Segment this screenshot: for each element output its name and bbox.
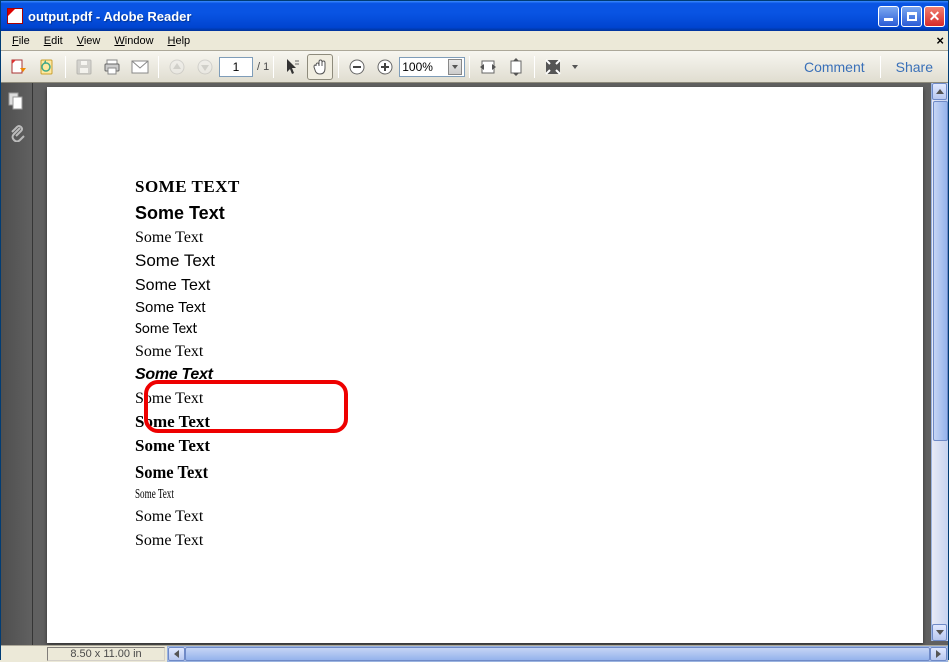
share-button[interactable]: Share: [885, 54, 944, 80]
print-icon[interactable]: [99, 54, 125, 80]
app-icon: [7, 8, 23, 24]
menu-edit[interactable]: Edit: [37, 33, 70, 49]
menu-close-icon[interactable]: ×: [936, 33, 944, 48]
minimize-button[interactable]: [878, 6, 899, 27]
scroll-down-button[interactable]: [932, 624, 947, 641]
text-line: Some Text: [135, 434, 240, 459]
document-viewport[interactable]: SOME TEXTSome TextSome TextSome TextSome…: [33, 83, 948, 645]
content-area: SOME TEXTSome TextSome TextSome TextSome…: [1, 83, 948, 645]
horizontal-scrollbar[interactable]: [167, 646, 948, 662]
attachments-icon[interactable]: [5, 121, 29, 145]
close-button[interactable]: ✕: [924, 6, 945, 27]
text-line: Some Text: [135, 387, 240, 410]
scroll-thumb-h[interactable]: [185, 647, 930, 661]
text-line: Some Text: [135, 226, 240, 249]
create-pdf-icon[interactable]: [34, 54, 60, 80]
text-line: Some Text: [135, 410, 240, 435]
read-mode-icon[interactable]: [540, 54, 566, 80]
text-line: Some Text: [135, 363, 240, 386]
zoom-dropdown-icon[interactable]: [448, 59, 462, 75]
save-icon[interactable]: [71, 54, 97, 80]
document-page: SOME TEXTSome TextSome TextSome TextSome…: [47, 87, 923, 643]
hand-tool-icon[interactable]: [307, 54, 333, 80]
zoom-value: 100%: [402, 60, 448, 74]
text-line: Some Text: [135, 297, 240, 319]
zoom-in-icon[interactable]: [372, 54, 398, 80]
menu-help[interactable]: Help: [161, 33, 198, 49]
text-line: Some Text: [135, 200, 240, 226]
text-line: Some Text: [135, 249, 240, 274]
toolbar-separator: [469, 56, 470, 78]
toolbar-separator: [65, 56, 66, 78]
zoom-select[interactable]: 100%: [399, 57, 465, 77]
menu-view[interactable]: View: [70, 33, 108, 49]
status-bar: 8.50 x 11.00 in: [1, 645, 948, 661]
toolbar-separator: [338, 56, 339, 78]
page-down-icon[interactable]: [192, 54, 218, 80]
text-line: Some Text: [135, 505, 240, 528]
vertical-scrollbar[interactable]: [931, 83, 948, 641]
toolbar-separator: [273, 56, 274, 78]
text-line: SOME TEXT: [135, 175, 240, 200]
text-line: Some Text: [135, 319, 240, 341]
convert-icon[interactable]: [6, 54, 32, 80]
document-text: SOME TEXTSome TextSome TextSome TextSome…: [135, 175, 240, 552]
page-size-label: 8.50 x 11.00 in: [47, 647, 165, 661]
window-title: output.pdf - Adobe Reader: [28, 9, 876, 24]
menu-file[interactable]: File: [5, 33, 37, 49]
menu-bar: File Edit View Window Help ×: [1, 31, 948, 51]
thumbnails-icon[interactable]: [5, 89, 29, 113]
fit-page-icon[interactable]: [503, 54, 529, 80]
maximize-button[interactable]: [901, 6, 922, 27]
email-icon[interactable]: [127, 54, 153, 80]
text-line: Some Text: [135, 340, 240, 363]
toolbar-more-icon[interactable]: [568, 54, 582, 80]
page-up-icon[interactable]: [164, 54, 190, 80]
toolbar: / 1 100% Comment Share: [1, 51, 948, 83]
window-titlebar: output.pdf - Adobe Reader ✕: [1, 1, 948, 31]
scroll-left-button[interactable]: [168, 647, 185, 661]
comment-button[interactable]: Comment: [793, 54, 876, 80]
menu-window[interactable]: Window: [107, 33, 160, 49]
scroll-thumb[interactable]: [933, 101, 948, 441]
text-line: Some Text: [135, 274, 240, 297]
fit-width-icon[interactable]: [475, 54, 501, 80]
page-total-label: / 1: [257, 61, 269, 73]
text-line: Some Text: [135, 459, 231, 485]
zoom-out-icon[interactable]: [344, 54, 370, 80]
toolbar-separator: [534, 56, 535, 78]
side-panel: [1, 83, 33, 645]
toolbar-separator: [158, 56, 159, 78]
selection-tool-icon[interactable]: [279, 54, 305, 80]
toolbar-separator: [880, 56, 881, 78]
text-line: Some Text: [135, 529, 240, 552]
scroll-right-button[interactable]: [930, 647, 947, 661]
page-number-input[interactable]: [219, 57, 253, 77]
scroll-up-button[interactable]: [932, 83, 947, 100]
text-line: Some Text: [135, 485, 203, 505]
